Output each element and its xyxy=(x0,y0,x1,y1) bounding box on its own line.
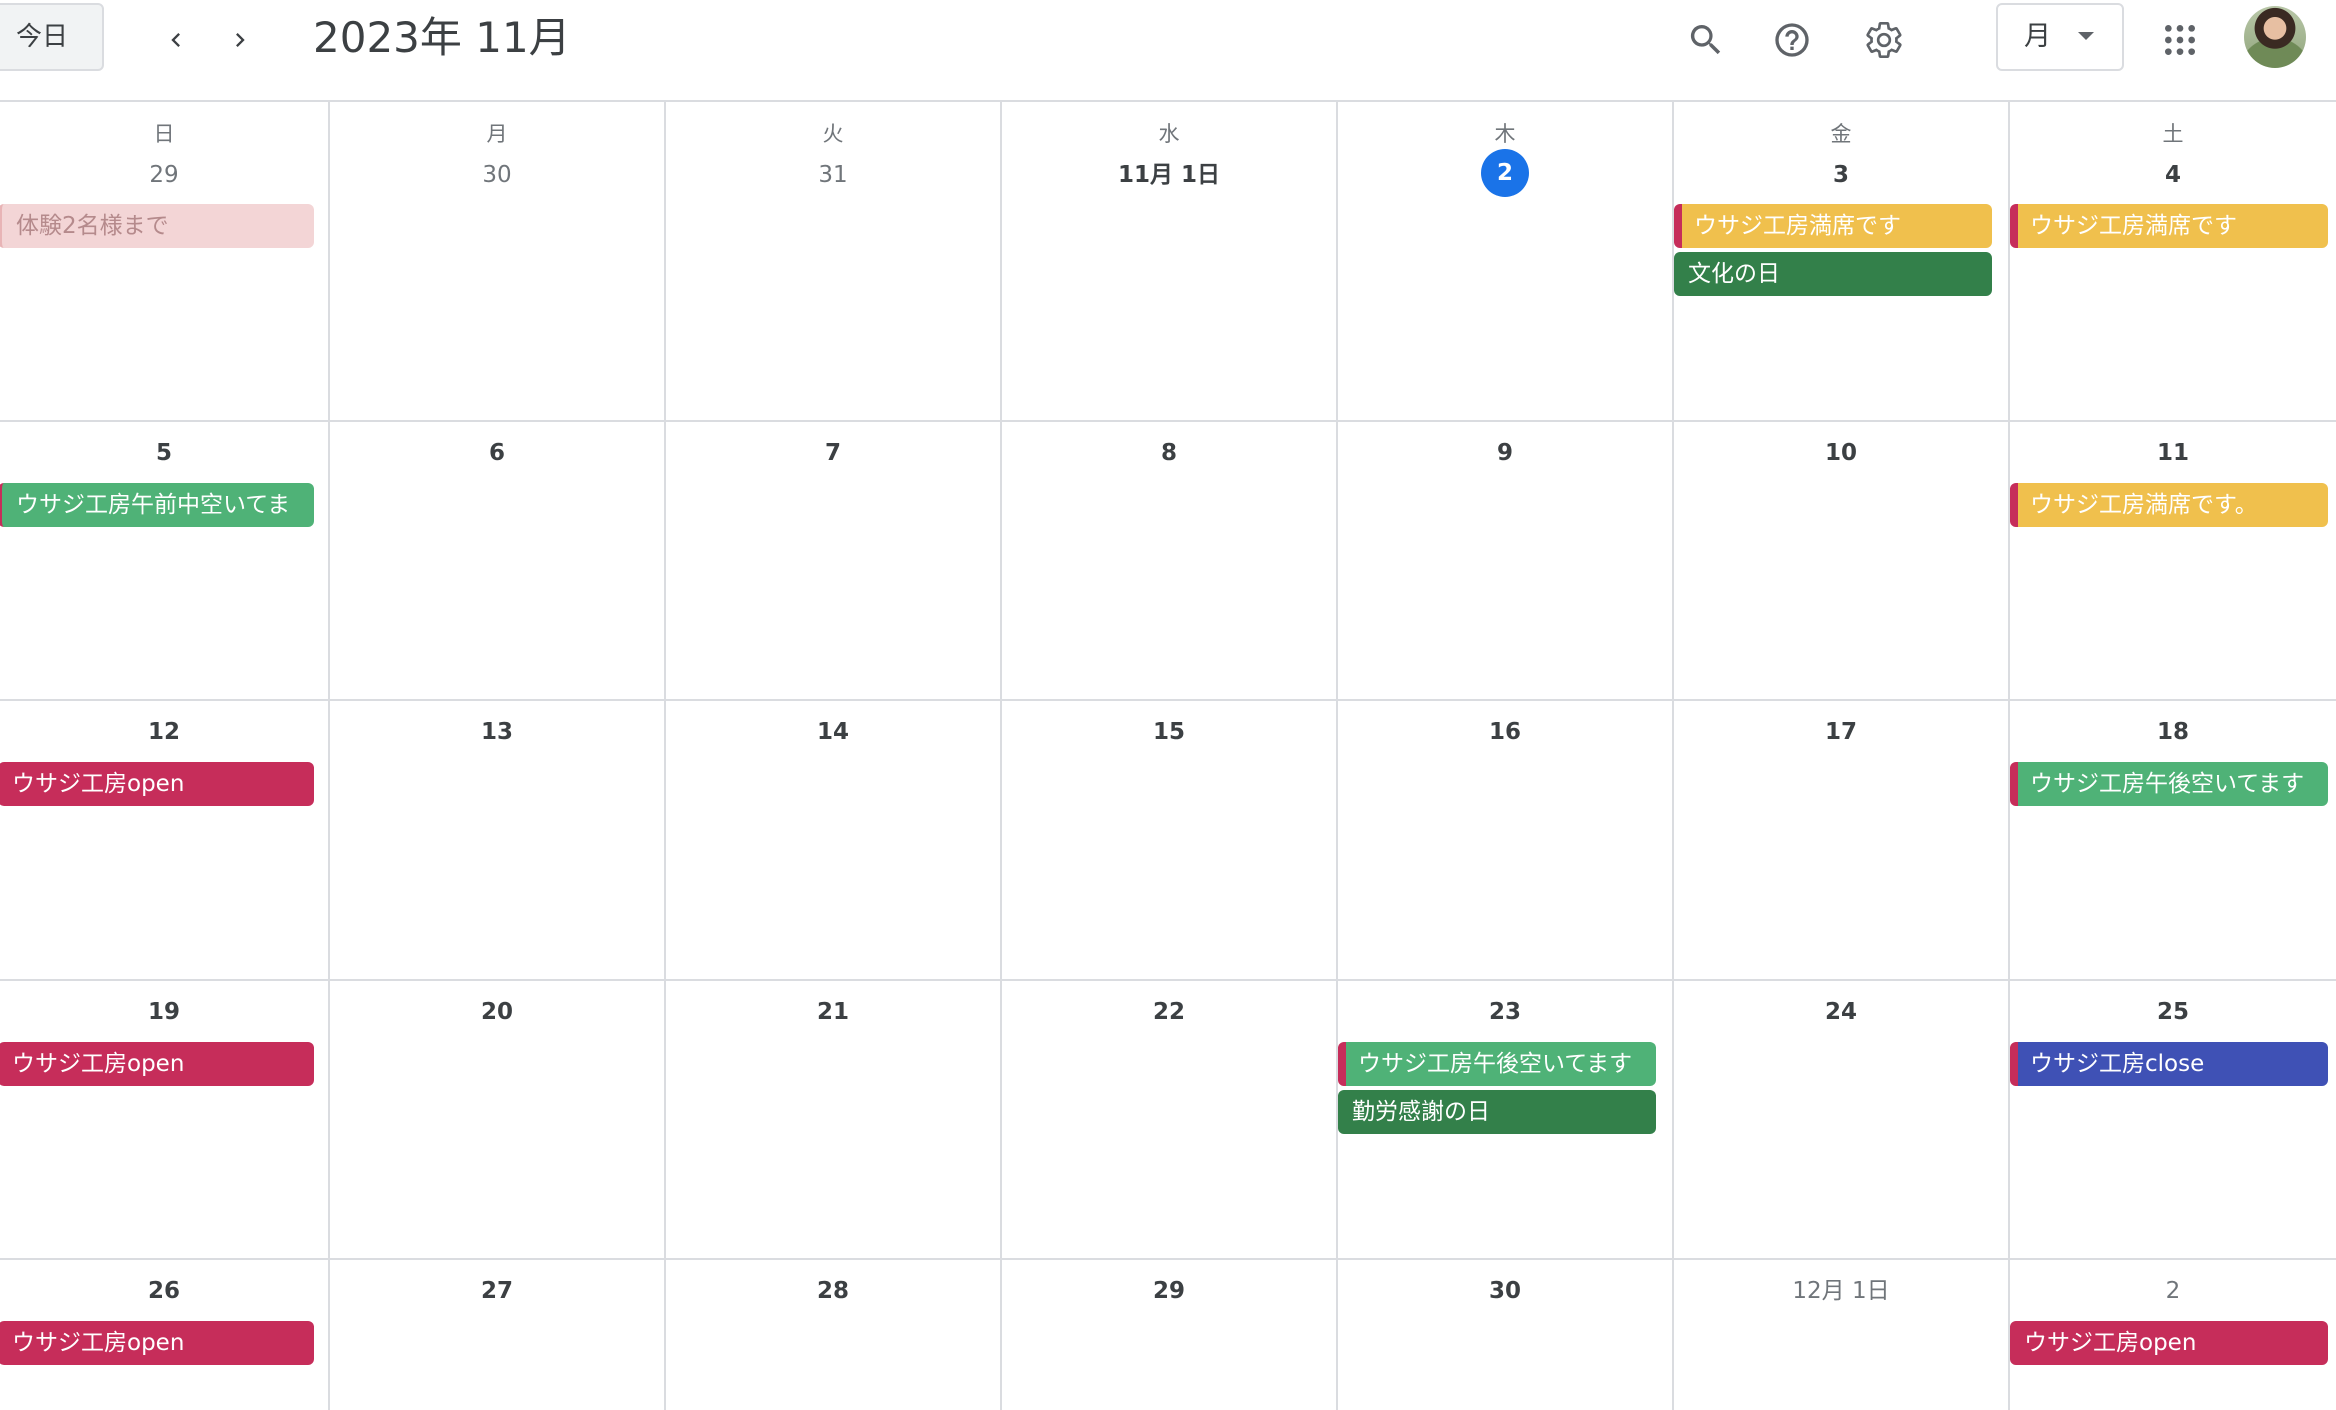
current-month-title: 2023年 11月 xyxy=(313,13,571,62)
event-chip[interactable]: ウサジ工房close xyxy=(2010,1042,2328,1086)
day-cell[interactable]: 月 30 xyxy=(330,102,664,420)
date-number[interactable]: 18 xyxy=(2010,717,2336,747)
date-number[interactable]: 26 xyxy=(0,1276,328,1306)
date-number[interactable]: 3 xyxy=(1674,160,2008,190)
date-number[interactable]: 24 xyxy=(1674,997,2008,1027)
date-number[interactable]: 5 xyxy=(0,438,328,468)
date-number[interactable]: 27 xyxy=(330,1276,664,1306)
grid-divider xyxy=(0,979,2336,981)
date-number[interactable]: 9 xyxy=(1338,438,1672,468)
weekday-label: 月 xyxy=(486,122,508,146)
date-number[interactable]: 12 xyxy=(0,717,328,747)
view-selector[interactable]: 月 xyxy=(1996,3,2124,71)
weekday-label: 水 xyxy=(1158,122,1180,146)
event-chip[interactable]: ウサジ工房満席です xyxy=(2010,204,2328,248)
date-number[interactable]: 12月 1日 xyxy=(1674,1276,2008,1306)
date-number[interactable]: 30 xyxy=(1338,1276,1672,1306)
day-cell[interactable]: 木 2 xyxy=(1338,102,1672,420)
day-cell[interactable]: 水 11月 1日 xyxy=(1002,102,1336,420)
date-number[interactable]: 29 xyxy=(1002,1276,1336,1306)
event-chip[interactable]: ウサジ工房午後空いてます xyxy=(2010,762,2328,806)
event-chip[interactable]: 体験2名様まで xyxy=(0,204,314,248)
day-cell[interactable]: 土 4 xyxy=(2010,102,2336,420)
day-cell[interactable]: 日 29 xyxy=(0,102,328,420)
google-apps-button[interactable] xyxy=(2150,10,2210,70)
grid-divider xyxy=(0,420,2336,422)
event-chip[interactable]: ウサジ工房open xyxy=(0,1042,314,1086)
settings-button[interactable] xyxy=(1854,10,1914,70)
search-button[interactable] xyxy=(1676,10,1736,70)
date-number[interactable]: 31 xyxy=(666,160,1000,190)
today-button[interactable]: 今日 xyxy=(0,3,104,71)
weekday-label: 火 xyxy=(822,122,844,146)
date-number[interactable]: 10 xyxy=(1674,438,2008,468)
help-button[interactable] xyxy=(1762,10,1822,70)
date-number[interactable]: 30 xyxy=(330,160,664,190)
date-number[interactable]: 11月 1日 xyxy=(1002,160,1336,190)
event-chip[interactable]: ウサジ工房満席です xyxy=(1674,204,1992,248)
date-number[interactable]: 7 xyxy=(666,438,1000,468)
date-number[interactable]: 28 xyxy=(666,1276,1000,1306)
chevron-left-icon xyxy=(171,33,180,47)
event-chip[interactable]: ウサジ工房午後空いてます xyxy=(1338,1042,1656,1086)
weekday-label: 金 xyxy=(1830,122,1852,146)
date-number[interactable]: 17 xyxy=(1674,717,2008,747)
date-number[interactable]: 2 xyxy=(2010,1276,2336,1306)
chevron-right-icon xyxy=(236,33,245,47)
today-date-badge: 2 xyxy=(1481,149,1529,197)
date-number[interactable]: 19 xyxy=(0,997,328,1027)
event-chip[interactable]: ウサジ工房午前中空いてま xyxy=(0,483,314,527)
date-number[interactable]: 21 xyxy=(666,997,1000,1027)
account-avatar[interactable] xyxy=(2244,6,2306,68)
date-number[interactable]: 14 xyxy=(666,717,1000,747)
grid-divider xyxy=(0,699,2336,701)
date-number[interactable]: 4 xyxy=(2010,160,2336,190)
grid-divider xyxy=(0,1258,2336,1260)
weekday-label: 土 xyxy=(2162,122,2184,146)
date-number[interactable]: 29 xyxy=(0,160,328,190)
event-chip[interactable]: ウサジ工房open xyxy=(0,1321,314,1365)
event-chip[interactable]: ウサジ工房満席です。 xyxy=(2010,483,2328,527)
gear-icon xyxy=(1866,22,1902,58)
date-number[interactable]: 6 xyxy=(330,438,664,468)
event-chip[interactable]: ウサジ工房open xyxy=(0,762,314,806)
weekday-label: 木 xyxy=(1494,122,1516,146)
help-icon xyxy=(1775,23,1809,57)
date-number[interactable]: 23 xyxy=(1338,997,1672,1027)
date-number[interactable]: 20 xyxy=(330,997,664,1027)
view-selector-label: 月 xyxy=(2024,21,2051,52)
date-number[interactable]: 16 xyxy=(1338,717,1672,747)
weekday-label: 日 xyxy=(153,122,175,146)
date-number[interactable]: 15 xyxy=(1002,717,1336,747)
apps-grid-icon xyxy=(2165,25,2195,55)
event-chip[interactable]: ウサジ工房open xyxy=(2010,1321,2328,1365)
next-month-button[interactable] xyxy=(212,12,268,68)
date-number[interactable]: 11 xyxy=(2010,438,2336,468)
calendar-header: 今日 2023年 11月 月 xyxy=(0,0,2336,102)
month-grid: 日 29 月 30 火 31 水 11月 1日 木 2 金 3 土 4 体験2名… xyxy=(0,102,2336,1410)
event-chip[interactable]: 勤労感謝の日 xyxy=(1338,1090,1656,1134)
previous-month-button[interactable] xyxy=(148,12,204,68)
date-number[interactable]: 22 xyxy=(1002,997,1336,1027)
search-icon xyxy=(1690,25,1721,55)
date-number[interactable]: 13 xyxy=(330,717,664,747)
day-cell[interactable]: 火 31 xyxy=(666,102,1000,420)
date-number[interactable]: 8 xyxy=(1002,438,1336,468)
date-number[interactable]: 25 xyxy=(2010,997,2336,1027)
event-chip[interactable]: 文化の日 xyxy=(1674,252,1992,296)
today-date-number[interactable]: 2 xyxy=(1338,149,1672,197)
dropdown-caret-icon xyxy=(2078,32,2094,40)
